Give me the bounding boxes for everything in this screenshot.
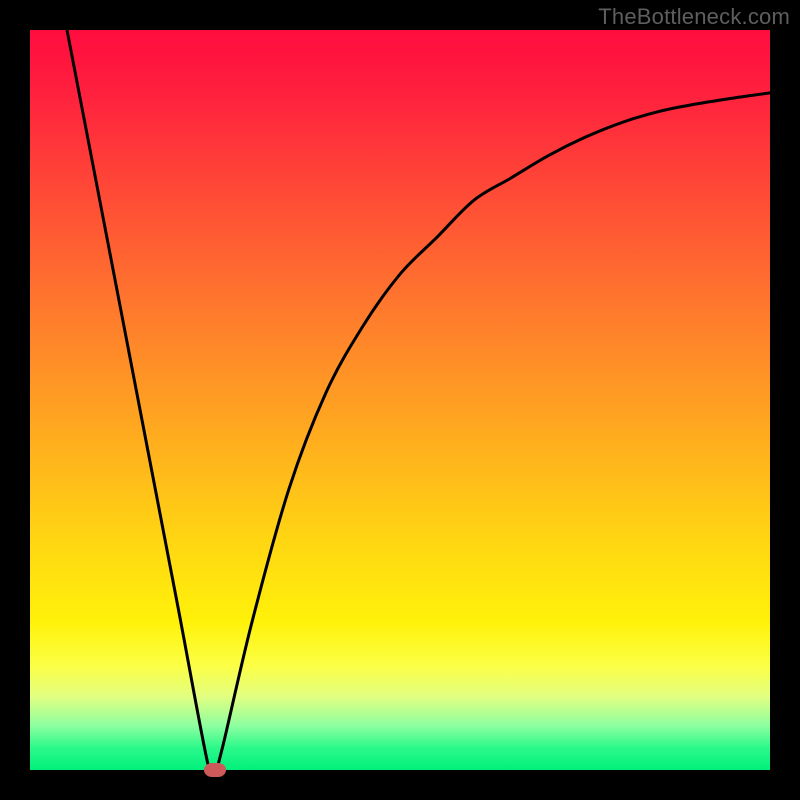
curve-svg (30, 30, 770, 770)
minimum-marker (204, 763, 226, 777)
chart-frame: TheBottleneck.com (0, 0, 800, 800)
bottleneck-curve-path (67, 30, 770, 770)
plot-area (30, 30, 770, 770)
watermark-text: TheBottleneck.com (598, 4, 790, 30)
